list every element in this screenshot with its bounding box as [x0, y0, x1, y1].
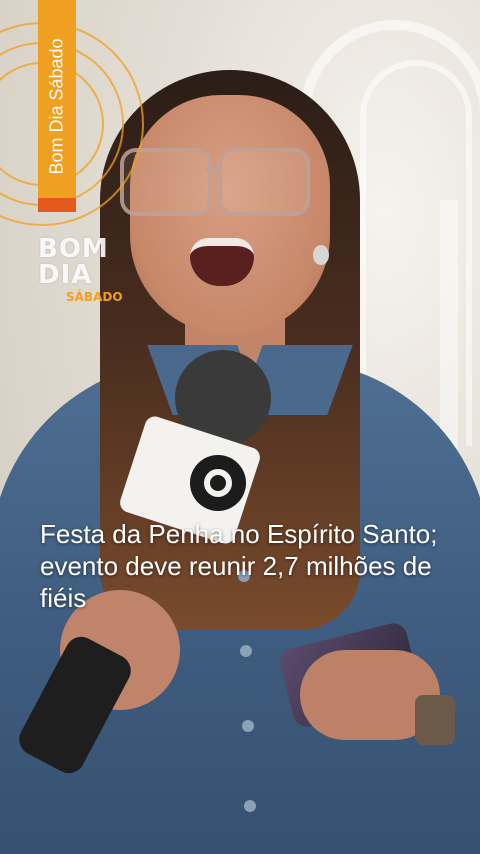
glasses-bridge — [206, 168, 220, 172]
program-logo-line2: DIA — [38, 260, 93, 290]
shirt-button — [240, 645, 252, 657]
globo-icon — [190, 455, 246, 511]
program-tag-label: Bom Dia Sábado — [46, 37, 67, 175]
program-tag: Bom Dia Sábado — [38, 0, 76, 212]
earring — [313, 245, 329, 265]
shirt-button — [244, 800, 256, 812]
news-caption: Festa da Penha no Espírito Santo; evento… — [40, 519, 438, 613]
program-logo: BOM DIA SÁBADO — [38, 236, 128, 306]
program-logo-line1: BOM — [38, 234, 109, 264]
glasses-right-lens — [218, 148, 310, 216]
wristwatch — [415, 695, 455, 745]
shirt-button — [242, 720, 254, 732]
background-column — [440, 200, 458, 450]
program-logo-sub: SÁBADO — [66, 290, 123, 304]
